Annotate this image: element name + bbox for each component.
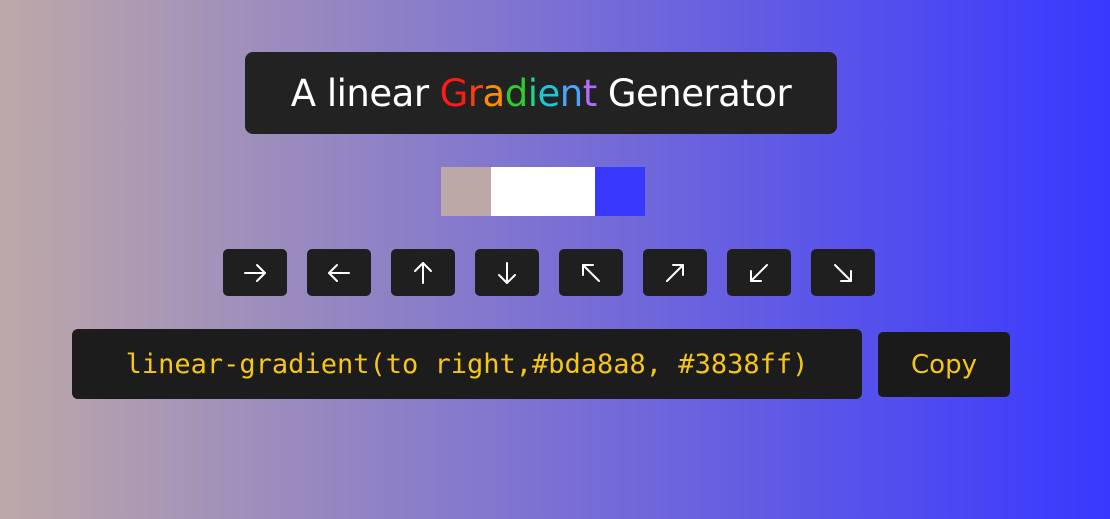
arrow-right-icon bbox=[244, 263, 266, 282]
gradient-code-text: linear-gradient(to right,#bda8a8, #3838f… bbox=[125, 348, 809, 380]
title-rainbow-letter: d bbox=[504, 71, 529, 115]
gradient-code-output: linear-gradient(to right,#bda8a8, #3838f… bbox=[72, 329, 862, 399]
title-suffix: Generator bbox=[607, 71, 792, 115]
arrow-down-left-icon bbox=[750, 263, 768, 282]
direction-down-button[interactable] bbox=[475, 249, 539, 296]
title-rainbow-letter: n bbox=[559, 71, 583, 115]
direction-down-left-button[interactable] bbox=[727, 249, 791, 296]
start-color-picker[interactable] bbox=[441, 167, 491, 216]
end-color-picker[interactable] bbox=[595, 167, 645, 216]
arrow-up-icon bbox=[414, 261, 432, 284]
title-rainbow-word: Gradient bbox=[439, 71, 598, 115]
title-rainbow-letter: r bbox=[467, 71, 483, 115]
title-rainbow-letter: e bbox=[537, 71, 560, 115]
title-rainbow-letter: a bbox=[482, 71, 506, 115]
direction-up-button[interactable] bbox=[391, 249, 455, 296]
page-title: A linear Gradient Generator bbox=[245, 52, 837, 134]
color-swatches bbox=[441, 167, 645, 216]
arrow-up-right-icon bbox=[666, 263, 684, 282]
direction-up-left-button[interactable] bbox=[559, 249, 623, 296]
arrow-left-icon bbox=[328, 263, 350, 282]
middle-color-picker[interactable] bbox=[491, 167, 595, 216]
title-prefix: A linear bbox=[290, 71, 429, 115]
copy-button-label: Copy bbox=[911, 349, 977, 380]
arrow-up-left-icon bbox=[582, 263, 600, 282]
direction-left-button[interactable] bbox=[307, 249, 371, 296]
direction-down-right-button[interactable] bbox=[811, 249, 875, 296]
title-rainbow-letter: G bbox=[439, 71, 469, 115]
direction-buttons bbox=[223, 249, 875, 296]
arrow-down-right-icon bbox=[834, 263, 852, 282]
title-rainbow-letter: t bbox=[582, 71, 598, 115]
copy-button[interactable]: Copy bbox=[878, 332, 1010, 397]
direction-up-right-button[interactable] bbox=[643, 249, 707, 296]
direction-right-button[interactable] bbox=[223, 249, 287, 296]
arrow-down-icon bbox=[498, 261, 516, 284]
